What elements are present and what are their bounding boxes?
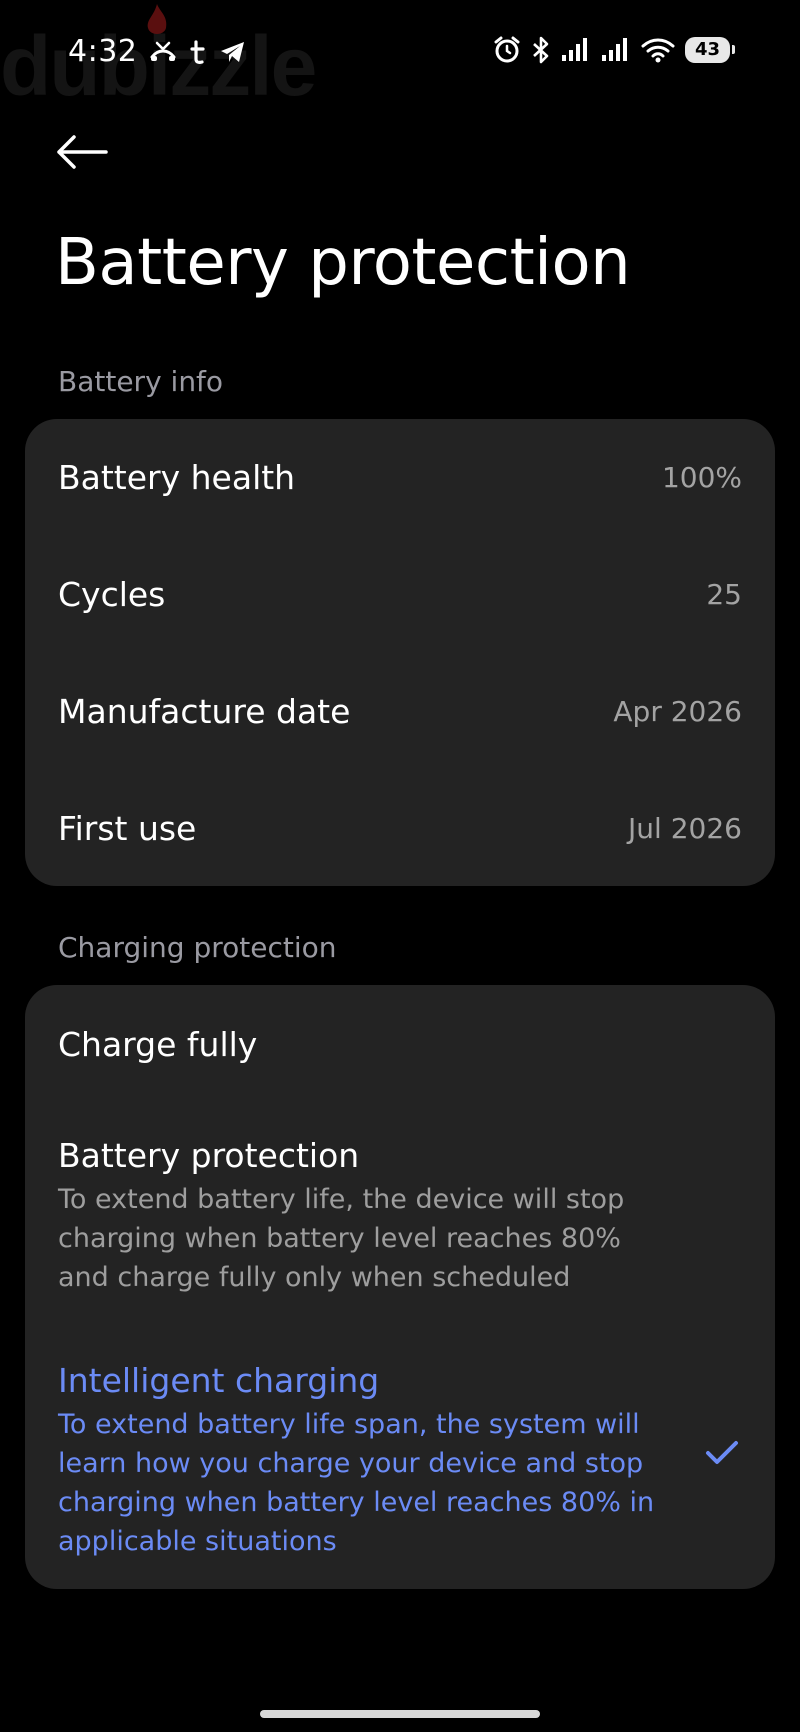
option-charge-fully[interactable]: Charge fully — [25, 1023, 775, 1067]
section-label-battery-info: Battery info — [58, 365, 224, 398]
intelligent-charging-title: Intelligent charging — [58, 1361, 380, 1400]
tumblr-icon — [189, 39, 207, 65]
first-use-label: First use — [58, 808, 197, 848]
cycles-value: 25 — [706, 577, 742, 611]
battery-protection-description: To extend battery life, the device will … — [58, 1184, 625, 1293]
signal-icon — [561, 37, 591, 63]
charging-protection-card: Charge fully Battery protection To exten… — [25, 985, 775, 1589]
telegram-icon — [219, 39, 247, 65]
status-bar: 4:32 43 — [0, 30, 800, 74]
signal-icon — [601, 37, 631, 63]
cycles-label: Cycles — [58, 574, 166, 614]
intelligent-charging-description: To extend battery life span, the system … — [58, 1409, 655, 1557]
option-intelligent-charging[interactable]: Intelligent charging To extend battery l… — [25, 1359, 775, 1561]
manufacture-date-label: Manufacture date — [58, 691, 351, 731]
info-row-first-use[interactable]: First use Jul 2026 — [25, 770, 775, 886]
missed-call-icon — [149, 39, 177, 65]
info-row-manufacture-date[interactable]: Manufacture date Apr 2026 — [25, 653, 775, 769]
back-button[interactable] — [56, 130, 108, 174]
battery-info-list: Battery health 100% Cycles 25 Manufactur… — [25, 419, 775, 886]
charge-fully-title: Charge fully — [58, 1025, 258, 1064]
info-row-battery-health[interactable]: Battery health 100% — [25, 419, 775, 535]
alarm-icon — [493, 36, 521, 64]
battery-protection-title: Battery protection — [58, 1136, 360, 1175]
wifi-icon — [641, 37, 675, 63]
bluetooth-icon — [531, 36, 551, 64]
info-row-cycles[interactable]: Cycles 25 — [25, 536, 775, 652]
status-time: 4:32 — [68, 34, 138, 69]
battery-icon: 43 — [684, 37, 736, 63]
checkmark-icon — [705, 1439, 739, 1471]
battery-health-label: Battery health — [58, 457, 296, 497]
first-use-value: Jul 2026 — [628, 811, 742, 845]
option-battery-protection[interactable]: Battery protection To extend battery lif… — [25, 1134, 775, 1297]
battery-health-value: 100% — [661, 460, 742, 494]
section-label-charging-protection: Charging protection — [58, 931, 337, 964]
page-title: Battery protection — [55, 226, 631, 300]
manufacture-date-value: Apr 2026 — [613, 694, 742, 728]
arrow-left-icon — [57, 135, 108, 169]
home-indicator[interactable] — [260, 1710, 540, 1718]
